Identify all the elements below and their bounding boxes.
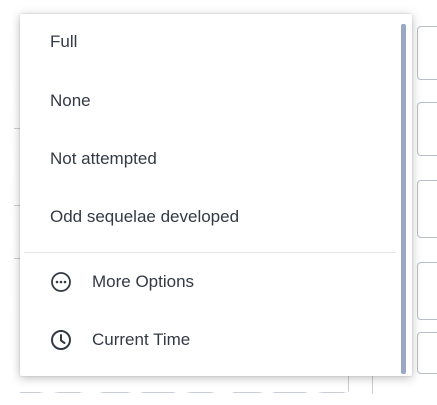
background-field [417, 332, 437, 374]
background-field [417, 26, 437, 80]
more-options-icon [50, 271, 72, 293]
current-time-button[interactable]: Current Time [20, 311, 400, 369]
dropdown-menu: Full None Not attempted Odd sequelae dev… [20, 14, 412, 376]
background-field [417, 180, 437, 238]
option-label: Odd sequelae developed [50, 207, 240, 226]
scrollbar-thumb[interactable] [401, 24, 406, 374]
option-not-attempted[interactable]: Not attempted [20, 130, 400, 188]
more-options-label: More Options [92, 272, 195, 291]
option-label: Full [50, 32, 78, 51]
clock-icon [50, 329, 72, 351]
option-label: None [50, 91, 91, 110]
option-label: Not attempted [50, 149, 157, 168]
background-field [417, 102, 437, 156]
torn-edge-left [0, 0, 14, 405]
option-full[interactable]: Full [20, 14, 400, 72]
current-time-label: Current Time [92, 330, 191, 349]
more-options-button[interactable]: More Options [20, 253, 400, 311]
option-list: Full None Not attempted Odd sequelae dev… [20, 14, 400, 369]
option-none[interactable]: None [20, 72, 400, 130]
background-field [417, 262, 437, 320]
torn-edge-bottom [0, 390, 437, 405]
option-odd-sequelae-developed[interactable]: Odd sequelae developed [20, 188, 400, 246]
